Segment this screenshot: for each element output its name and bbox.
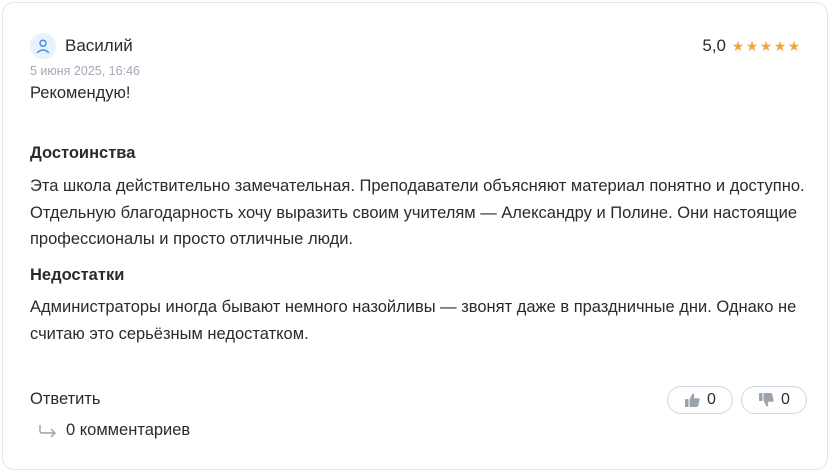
author-name[interactable]: Василий xyxy=(65,36,133,56)
star-icon: ★ xyxy=(787,37,801,54)
rating-value: 5,0 xyxy=(702,36,726,55)
user-icon xyxy=(36,39,50,54)
review-summary: Рекомендую! xyxy=(30,84,131,102)
dislike-count: 0 xyxy=(781,391,790,408)
star-icon: ★ xyxy=(745,37,759,54)
thumbs-up-icon xyxy=(685,393,700,407)
star-icon: ★ xyxy=(773,37,787,54)
avatar xyxy=(30,33,56,59)
like-button[interactable]: 0 xyxy=(667,386,733,414)
star-icon: ★ xyxy=(759,37,773,54)
thumbs-down-icon xyxy=(759,393,774,407)
like-count: 0 xyxy=(707,391,716,408)
reply-button[interactable]: Ответить xyxy=(30,390,101,409)
comments-link[interactable]: 0 комментариев xyxy=(38,421,190,440)
rating-stars: ★ ★ ★ ★ ★ xyxy=(731,38,801,55)
cons-text: Администраторы иногда бывают немного наз… xyxy=(30,298,797,343)
cons-heading: Недостатки xyxy=(30,266,125,284)
star-icon: ★ xyxy=(731,37,745,54)
pros-text: Эта школа действительно замечательная. П… xyxy=(30,177,805,248)
reply-arrow-icon xyxy=(38,423,58,439)
rating: 5,0 ★ ★ ★ ★ ★ xyxy=(702,36,801,56)
review-card: Василий 5,0 ★ ★ ★ ★ ★ 5 июня 2025, 16:46 Рек… xyxy=(2,2,828,470)
comments-count: 0 комментариев xyxy=(66,421,191,439)
review-date: 5 июня 2025, 16:46 xyxy=(30,64,140,78)
pros-heading: Достоинства xyxy=(30,144,136,162)
dislike-button[interactable]: 0 xyxy=(741,386,807,414)
